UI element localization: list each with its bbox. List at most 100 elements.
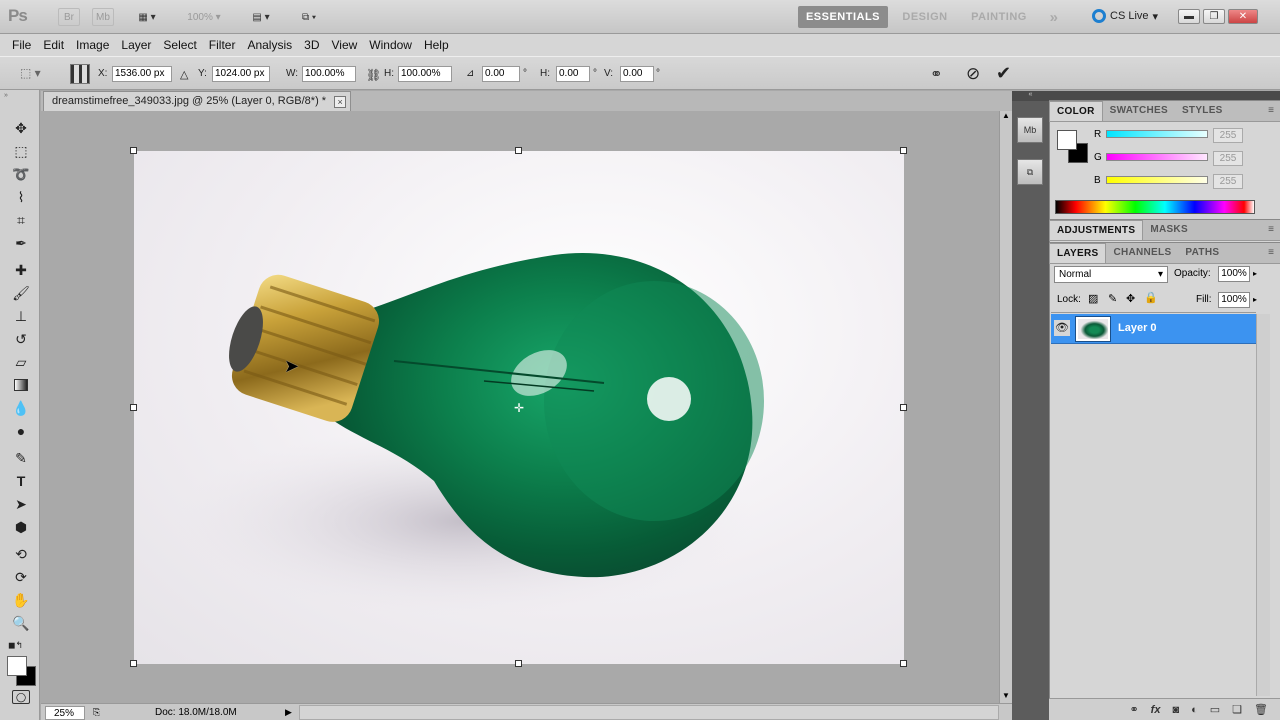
tab-styles[interactable]: STYLES xyxy=(1175,101,1230,121)
reference-point-locator[interactable] xyxy=(70,64,90,84)
brush-tool[interactable]: 🖌 xyxy=(10,283,32,303)
quick-selection-tool[interactable]: ⌇ xyxy=(10,187,32,207)
lock-all-icon[interactable]: 🔒 xyxy=(1144,291,1158,304)
opacity-slider-arrow-icon[interactable]: ▸ xyxy=(1253,266,1265,282)
transform-handle-right[interactable] xyxy=(900,404,907,411)
marquee-tool[interactable]: ⬚ xyxy=(10,141,32,161)
panel-menu-icon[interactable]: ≡ xyxy=(1268,220,1274,240)
menu-help[interactable]: Help xyxy=(418,38,455,52)
cs-live-menu[interactable]: CS Live ▾ xyxy=(1092,9,1158,23)
type-tool[interactable]: T xyxy=(10,471,32,491)
scroll-down-icon[interactable]: ▼ xyxy=(1000,691,1012,703)
eyedropper-tool[interactable]: ✒ xyxy=(10,233,32,253)
scroll-up-icon[interactable]: ▲ xyxy=(1000,111,1012,123)
menu-view[interactable]: View xyxy=(325,38,363,52)
gradient-tool[interactable] xyxy=(10,375,32,395)
transform-handle-top-right[interactable] xyxy=(900,147,907,154)
panel-menu-icon[interactable]: ≡ xyxy=(1268,243,1274,263)
move-tool[interactable]: ✥ xyxy=(10,118,32,138)
screen-mode-dropdown[interactable]: ⧉ ▾ xyxy=(292,8,326,26)
hand-tool[interactable]: ✋ xyxy=(10,590,32,610)
dodge-tool[interactable]: ● xyxy=(10,421,32,441)
x-position-input[interactable]: 1536.00 px xyxy=(112,66,172,82)
path-selection-tool[interactable]: ➤ xyxy=(10,494,32,514)
launch-mini-bridge-button[interactable]: Mb xyxy=(92,8,114,26)
launch-bridge-button[interactable]: Br xyxy=(58,8,80,26)
blend-mode-select[interactable]: Normal ▾ xyxy=(1054,266,1168,283)
workspace-design-button[interactable]: DESIGN xyxy=(896,6,954,28)
menu-image[interactable]: Image xyxy=(70,38,115,52)
add-mask-icon[interactable]: ◙ xyxy=(1172,704,1179,716)
eraser-tool[interactable]: ▱ xyxy=(10,352,32,372)
minimize-button[interactable]: ▬ xyxy=(1178,9,1200,24)
menu-window[interactable]: Window xyxy=(363,38,418,52)
tab-channels[interactable]: CHANNELS xyxy=(1106,243,1178,263)
transform-center-pivot[interactable]: ✛ xyxy=(514,401,524,415)
horizontal-skew-input[interactable]: 0.00 xyxy=(556,66,590,82)
blue-value-input[interactable]: 255 xyxy=(1213,174,1243,189)
clone-stamp-tool[interactable]: ⊥ xyxy=(10,306,32,326)
crop-tool[interactable]: ⌗ xyxy=(10,210,32,230)
vertical-scrollbar[interactable]: ▲ ▼ xyxy=(999,111,1012,703)
document-image[interactable]: ✛ ➤ xyxy=(134,151,904,664)
lock-position-icon[interactable]: ✥ xyxy=(1126,292,1135,305)
menu-filter[interactable]: Filter xyxy=(203,38,242,52)
close-document-icon[interactable]: × xyxy=(334,96,347,108)
color-spectrum-ramp[interactable] xyxy=(1055,200,1255,214)
status-export-icon[interactable]: ⎘ xyxy=(93,706,107,720)
transform-handle-bottom[interactable] xyxy=(515,660,522,667)
tab-masks[interactable]: MASKS xyxy=(1143,220,1195,240)
menu-select[interactable]: Select xyxy=(157,38,202,52)
link-layers-icon[interactable]: ⚭ xyxy=(1129,703,1138,716)
3d-rotate-tool[interactable]: ⟲ xyxy=(10,544,32,564)
menu-analysis[interactable]: Analysis xyxy=(241,38,298,52)
red-slider[interactable] xyxy=(1106,130,1208,138)
zoom-tool[interactable]: 🔍 xyxy=(10,613,32,633)
green-value-input[interactable]: 255 xyxy=(1213,151,1243,166)
green-slider[interactable] xyxy=(1106,153,1208,161)
new-layer-icon[interactable]: ❏ xyxy=(1232,703,1242,716)
adjustment-layer-icon[interactable]: ◐ xyxy=(1191,704,1198,716)
collapse-dock-icon[interactable]: « xyxy=(1012,91,1049,101)
delete-layer-icon[interactable]: 🗑 xyxy=(1254,703,1268,716)
arrange-documents-dropdown[interactable]: ▤ ▾ xyxy=(244,8,278,26)
pen-tool[interactable]: ✎ xyxy=(10,448,32,468)
tab-layers[interactable]: LAYERS xyxy=(1049,243,1107,263)
status-menu-arrow-icon[interactable]: ▶ xyxy=(285,706,297,720)
healing-brush-tool[interactable]: ✚ xyxy=(10,260,32,280)
tab-swatches[interactable]: SWATCHES xyxy=(1103,101,1175,121)
fill-slider-arrow-icon[interactable]: ▸ xyxy=(1253,292,1265,308)
status-zoom-input[interactable]: 25% xyxy=(45,706,85,720)
tool-preset-picker[interactable]: ⬚ ▾ xyxy=(20,66,50,82)
zoom-level-dropdown[interactable]: 100% ▾ xyxy=(180,8,228,26)
menu-edit[interactable]: Edit xyxy=(37,38,70,52)
cancel-transform-button[interactable]: ⊘ xyxy=(966,64,986,84)
panel-menu-icon[interactable]: ≡ xyxy=(1268,101,1274,121)
layer-style-fx-icon[interactable]: fx xyxy=(1151,704,1161,716)
blue-slider[interactable] xyxy=(1106,176,1208,184)
layer-row[interactable]: 👁 Layer 0 xyxy=(1051,314,1256,344)
width-scale-input[interactable]: 100.00% xyxy=(302,66,356,82)
link-chain-icon[interactable]: ⛓ xyxy=(366,68,381,82)
blur-tool[interactable]: 💧 xyxy=(10,398,32,418)
relative-position-icon[interactable]: △ xyxy=(180,68,188,81)
y-position-input[interactable]: 1024.00 px xyxy=(212,66,270,82)
transform-handle-bottom-right[interactable] xyxy=(900,660,907,667)
close-button[interactable]: ✕ xyxy=(1228,9,1258,24)
default-colors-button[interactable]: ◼↰ xyxy=(8,640,23,651)
tab-adjustments[interactable]: ADJUSTMENTS xyxy=(1049,220,1144,240)
history-brush-tool[interactable]: ↺ xyxy=(10,329,32,349)
lock-transparent-icon[interactable]: ▨ xyxy=(1088,292,1098,305)
quick-mask-button[interactable]: ◯ xyxy=(12,690,30,704)
tab-paths[interactable]: PATHS xyxy=(1178,243,1226,263)
view-extras-dropdown[interactable]: ▦ ▾ xyxy=(130,8,164,26)
horizontal-scrollbar[interactable] xyxy=(299,705,999,720)
vertical-skew-input[interactable]: 0.00 xyxy=(620,66,654,82)
tab-color[interactable]: COLOR xyxy=(1049,101,1103,121)
menu-3d[interactable]: 3D xyxy=(298,38,325,52)
transform-handle-top[interactable] xyxy=(515,147,522,154)
more-workspaces-button[interactable]: » xyxy=(1042,6,1066,28)
warp-mode-button[interactable]: ⚭ xyxy=(930,65,950,83)
lock-image-icon[interactable]: ✎ xyxy=(1108,292,1117,305)
layers-scrollbar[interactable] xyxy=(1256,314,1270,696)
